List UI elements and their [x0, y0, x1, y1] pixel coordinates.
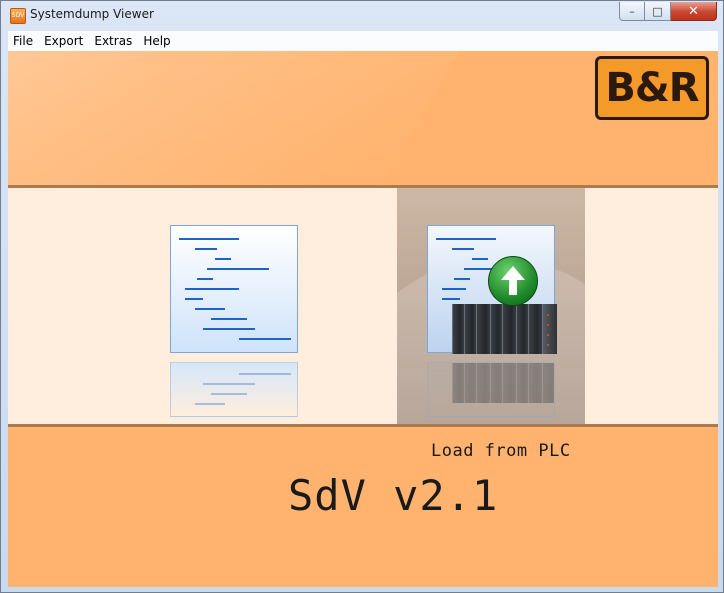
- menu-export[interactable]: Export: [39, 31, 89, 51]
- menu-extras[interactable]: Extras: [89, 31, 138, 51]
- plc-document-card: [427, 225, 557, 354]
- logo-text: B&R: [605, 65, 699, 111]
- open-file-button[interactable]: [170, 225, 298, 353]
- footer-banner: Load from PLC SdV v2.1: [8, 427, 718, 587]
- app-window: SDV Systemdump Viewer – □ ✕ File Export …: [0, 0, 724, 593]
- maximize-icon: □: [652, 4, 663, 18]
- load-from-plc-button[interactable]: [397, 188, 585, 424]
- action-band: [8, 188, 718, 424]
- menu-help[interactable]: Help: [138, 31, 176, 51]
- upload-arrow-icon: [488, 256, 538, 306]
- client-area: B&R Load from PLC SdV v2.1: [8, 51, 718, 587]
- minimize-icon: –: [629, 4, 635, 18]
- open-file-reflection: [170, 362, 298, 417]
- menu-file[interactable]: File: [8, 31, 39, 51]
- plc-reflection: [427, 362, 555, 417]
- caption-buttons: – □ ✕: [619, 2, 717, 21]
- close-icon: ✕: [688, 3, 699, 19]
- menu-bar: File Export Extras Help: [8, 31, 718, 51]
- minimize-button[interactable]: –: [619, 2, 645, 21]
- plc-hardware-icon: [452, 304, 557, 354]
- br-logo: B&R: [595, 56, 709, 120]
- maximize-button[interactable]: □: [645, 2, 671, 21]
- action-hint-label: Load from PLC: [431, 441, 571, 461]
- window-title: Systemdump Viewer: [30, 7, 154, 21]
- header-banner: B&R: [8, 51, 718, 185]
- version-label: SdV v2.1: [288, 471, 499, 520]
- right-panel: [585, 188, 718, 424]
- title-bar[interactable]: SDV Systemdump Viewer – □ ✕: [1, 1, 723, 31]
- close-button[interactable]: ✕: [671, 2, 717, 21]
- app-icon: SDV: [10, 8, 26, 24]
